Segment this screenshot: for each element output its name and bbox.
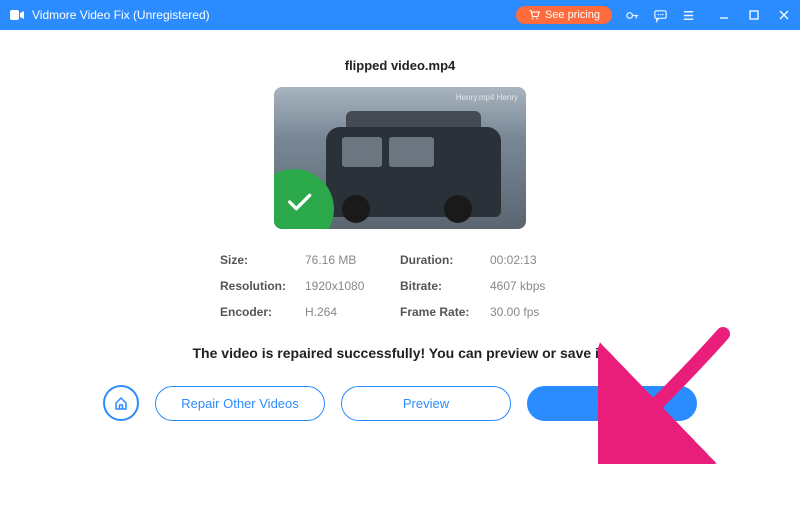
cart-icon	[528, 9, 540, 21]
titlebar: Vidmore Video Fix (Unregistered) See pri…	[0, 0, 800, 30]
resolution-label: Resolution:	[220, 279, 305, 293]
size-value: 76.16 MB	[305, 253, 400, 267]
thumb-shape	[444, 195, 472, 223]
see-pricing-label: See pricing	[545, 9, 600, 21]
encoder-label: Encoder:	[220, 305, 305, 319]
thumb-shape	[389, 137, 434, 167]
success-check-icon	[274, 169, 334, 229]
menu-icon[interactable]	[680, 7, 696, 23]
home-icon	[113, 395, 129, 411]
save-button[interactable]: Save	[527, 386, 697, 421]
close-button[interactable]	[776, 7, 792, 23]
encoder-value: H.264	[305, 305, 400, 319]
filename-label: flipped video.mp4	[345, 58, 456, 73]
titlebar-right: See pricing	[516, 6, 792, 24]
bitrate-label: Bitrate:	[400, 279, 490, 293]
home-button[interactable]	[103, 385, 139, 421]
window-controls	[716, 7, 792, 23]
resolution-value: 1920x1080	[305, 279, 400, 293]
thumb-watermark: Henry.mp4 Henry	[456, 93, 518, 102]
feedback-icon[interactable]	[652, 7, 668, 23]
thumb-shape	[342, 195, 370, 223]
main-content: flipped video.mp4 Henry.mp4 Henry Size: …	[0, 30, 800, 421]
framerate-value: 30.00 fps	[490, 305, 580, 319]
video-info-grid: Size: 76.16 MB Duration: 00:02:13 Resolu…	[220, 253, 580, 319]
key-icon[interactable]	[624, 7, 640, 23]
app-title: Vidmore Video Fix (Unregistered)	[32, 8, 516, 22]
thumb-shape	[342, 137, 382, 167]
preview-button[interactable]: Preview	[341, 386, 511, 421]
size-label: Size:	[220, 253, 305, 267]
app-logo-icon	[8, 6, 26, 24]
bitrate-value: 4607 kbps	[490, 279, 580, 293]
video-thumbnail: Henry.mp4 Henry	[274, 87, 526, 229]
duration-label: Duration:	[400, 253, 490, 267]
framerate-label: Frame Rate:	[400, 305, 490, 319]
success-message: The video is repaired successfully! You …	[193, 345, 608, 361]
maximize-button[interactable]	[746, 7, 762, 23]
action-buttons: Repair Other Videos Preview Save	[103, 385, 697, 421]
duration-value: 00:02:13	[490, 253, 580, 267]
see-pricing-button[interactable]: See pricing	[516, 6, 612, 24]
repair-other-button[interactable]: Repair Other Videos	[155, 386, 325, 421]
minimize-button[interactable]	[716, 7, 732, 23]
